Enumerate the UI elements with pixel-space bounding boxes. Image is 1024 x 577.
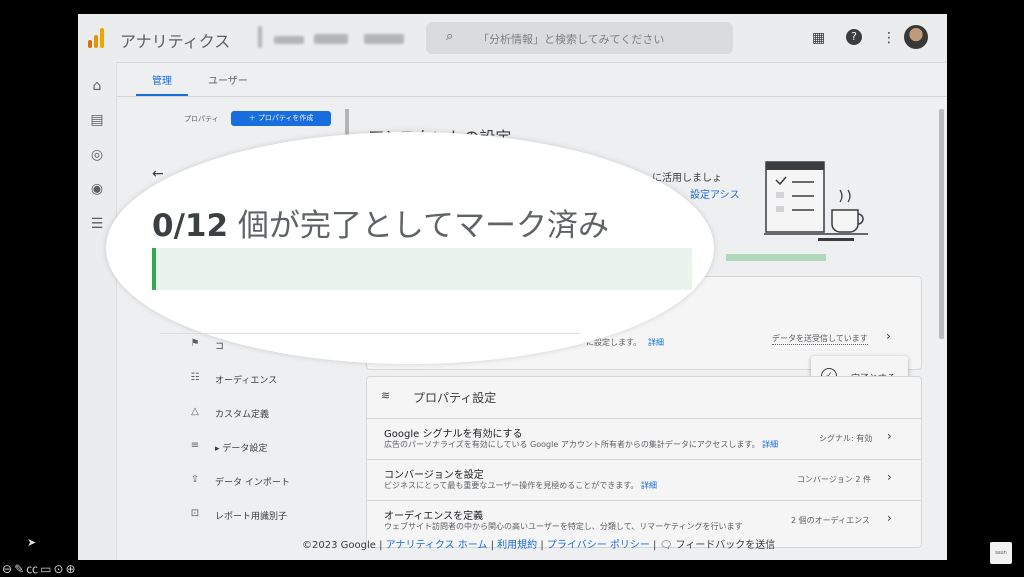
- left-item-data-settings[interactable]: ▸ データ設定: [215, 441, 267, 454]
- row-detail-link[interactable]: 詳細: [641, 481, 657, 490]
- property-settings-title: プロパティ設定: [413, 391, 497, 405]
- tab-user[interactable]: ユーザー: [208, 72, 248, 87]
- forward-icon[interactable]: ⊕: [66, 562, 78, 576]
- create-property-button[interactable]: ＋ プロパティを作成: [231, 111, 331, 126]
- home-icon[interactable]: ⌂: [89, 78, 105, 94]
- search-placeholder: 「分析情報」と検索してみてください: [478, 33, 665, 46]
- database-icon: ≡: [190, 440, 200, 451]
- search-box[interactable]: ⌕ 「分析情報」と検索してみてください: [426, 22, 733, 54]
- database-stack-icon: ≋: [381, 389, 391, 402]
- more-vert-icon[interactable]: ⋮: [882, 30, 896, 46]
- back-icon[interactable]: ⊖: [2, 562, 14, 576]
- reports-icon[interactable]: ▤: [89, 112, 105, 128]
- row-title: コンバージョンを設定: [384, 470, 484, 481]
- chevron-right-icon[interactable]: ›: [887, 470, 892, 484]
- progress-bar-fill: [152, 248, 156, 290]
- chevron-right-icon[interactable]: ›: [887, 511, 892, 525]
- app-title: アナリティクス: [120, 32, 231, 51]
- scrollbar[interactable]: [939, 109, 944, 339]
- progress-bar: [152, 248, 692, 290]
- row-status: 2 個のオーディエンス: [791, 516, 870, 525]
- cc-icon[interactable]: ㏄: [26, 562, 40, 576]
- row-description: ビジネスにとって最も重要なユーザー操作を見極めることができます。 詳細: [384, 481, 657, 490]
- progress-count-text: 0/12 個が完了としてマーク済み: [152, 200, 609, 245]
- explore-icon[interactable]: ◎: [89, 147, 105, 163]
- row-title: Google シグナルを有効にする: [384, 429, 523, 440]
- separator-line: [160, 333, 580, 334]
- player-controls: ⊖✎㏄▭⊙⊕: [2, 560, 78, 577]
- row-description: 広告のパーソナライズを有効にしている Google アカウント所有者からの集計デ…: [384, 440, 779, 449]
- help-icon[interactable]: ?: [846, 29, 862, 45]
- more-icon[interactable]: ⊙: [53, 562, 65, 576]
- progress-bar-behind: [726, 254, 826, 261]
- left-item-reporting-identity[interactable]: レポート用識別子: [215, 509, 287, 522]
- row-detail-link[interactable]: 詳細: [762, 440, 778, 449]
- admin-tabs: 管理 ユーザー: [116, 62, 947, 97]
- row-status: コンバージョン 2 件: [797, 475, 872, 484]
- property-settings-card: ≋ プロパティ設定 Google シグナルを有効にする 広告のパーソナライズを有…: [366, 376, 922, 548]
- row-status: シグナル: 有効: [819, 434, 873, 443]
- data-status-text[interactable]: データを送受信しています: [772, 333, 868, 345]
- footer-home-link[interactable]: アナリティクス ホーム: [386, 540, 488, 551]
- chevron-right-icon[interactable]: ›: [887, 429, 892, 443]
- footer-feedback-link[interactable]: フィードバックを送信: [676, 540, 776, 551]
- left-item-data-import[interactable]: データ インポート: [215, 475, 290, 488]
- brand-badge: ssun: [990, 542, 1012, 564]
- progress-count: 0/12: [152, 208, 229, 244]
- left-rail: ⌂ ▤ ◎ ◉ ☰ ⚙: [78, 62, 117, 560]
- footer-terms-link[interactable]: 利用規約: [497, 540, 537, 551]
- upload-icon: ⇪: [190, 474, 200, 485]
- pen-icon[interactable]: ✎: [14, 562, 26, 576]
- left-item-conversion[interactable]: コ: [215, 339, 224, 352]
- left-item-audience[interactable]: オーディエンス: [215, 373, 277, 386]
- tab-admin[interactable]: 管理: [152, 72, 172, 87]
- shapes-icon: △: [191, 406, 199, 417]
- list-icon[interactable]: ☰: [89, 216, 105, 232]
- feedback-icon: 🗨: [659, 540, 673, 551]
- row-title: オーディエンスを定義: [384, 511, 484, 522]
- property-label: プロパティ: [184, 115, 219, 123]
- avatar[interactable]: [904, 25, 928, 49]
- assistant-description: に活用しましょ: [652, 173, 722, 184]
- left-item-custom-definitions[interactable]: カスタム定義: [215, 407, 269, 420]
- identity-icon: ⊡: [190, 508, 200, 519]
- row-description: ウェブサイト訪問者の中から関心の高いユーザーを特定し、分類して、リマーケティング…: [384, 522, 743, 531]
- progress-label: 個が完了としてマーク済み: [228, 208, 609, 244]
- apps-grid-icon[interactable]: ▦: [812, 30, 825, 46]
- mouse-cursor-icon: ➤: [27, 536, 37, 549]
- flag-icon: ⚑: [190, 338, 200, 349]
- checklist-illustration: [764, 161, 868, 241]
- card1-detail-link[interactable]: 詳細: [648, 337, 664, 348]
- chevron-right-icon[interactable]: ›: [886, 329, 891, 343]
- footer-privacy-link[interactable]: プライバシー ポリシー: [547, 540, 650, 551]
- footer: ©2023 Google | アナリティクス ホーム | 利用規約 | プライバ…: [302, 540, 776, 551]
- active-tab-indicator: [136, 94, 188, 96]
- audience-icon: ☷: [190, 372, 200, 383]
- top-bar: アナリティクス ⌕ 「分析情報」と検索してみてください ▦ ? ⋮: [78, 14, 947, 63]
- footer-copyright: ©2023 Google |: [302, 540, 383, 551]
- advertising-icon[interactable]: ◉: [89, 181, 105, 197]
- assistant-link[interactable]: 設定アシス: [690, 186, 740, 201]
- video-icon[interactable]: ▭: [40, 562, 53, 576]
- search-icon: ⌕: [446, 29, 454, 44]
